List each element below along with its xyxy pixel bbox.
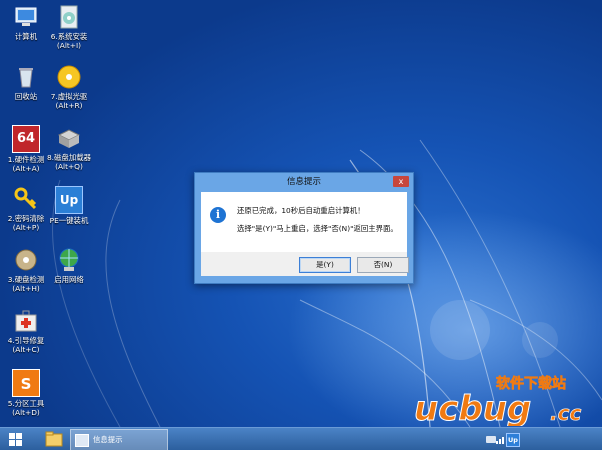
windows-logo-icon [9,433,15,439]
svg-text:S: S [21,375,32,393]
close-button[interactable]: x [393,176,409,187]
info-icon: i [210,207,226,223]
taskbar: 信息提示 Up [0,427,602,451]
desktop-icon-virtual-drive[interactable]: 7.虚拟光驱 (Alt+R) [43,64,95,110]
icon-hotkey: (Alt+I) [56,41,82,50]
virtual-drive-icon [56,64,82,90]
icon-badge: Up [59,193,79,207]
network-icon[interactable] [496,435,506,444]
desktop-icon-disk-loader[interactable]: 8.磁盘加载器 (Alt+Q) [43,125,95,171]
icon-hotkey: (Alt+Q) [55,162,83,171]
close-icon: x [398,177,404,186]
window-icon [75,434,89,447]
icon-label: 启用网络 [54,275,84,284]
icon-hotkey: (Alt+C) [12,345,40,354]
aida64-icon: 64 [12,125,40,153]
icon-label: 6.系统安装 [50,32,88,41]
no-button[interactable]: 否(N) [357,257,409,273]
dialog-body: i 还原已完成，10秒后自动重启计算机！ 选择"是(Y)"马上重启，选择"否(N… [201,192,409,276]
icon-label: 8.磁盘加载器 [46,153,91,162]
desktop-icon-system-install[interactable]: 6.系统安装 (Alt+I) [43,4,95,50]
network-globe-icon [56,247,82,273]
key-icon [13,186,39,212]
icon-label: 4.引导修复 [7,336,45,345]
computer-icon [13,4,39,30]
icon-label: 7.虚拟光驱 [50,92,88,101]
partition-tool-icon: S [12,369,40,397]
desktop-icon-enable-network[interactable]: 启用网络 [43,247,95,284]
taskbar-task-info-dialog[interactable]: 信息提示 [70,429,168,451]
dialog-title: 信息提示 [286,177,321,187]
pe-install-icon: Up [55,186,83,214]
info-dialog: 信息提示 x i 还原已完成，10秒后自动重启计算机！ 选择"是(Y)"马上重启… [194,172,414,284]
start-button[interactable] [9,433,22,446]
tray-up-icon[interactable]: Up [506,433,520,447]
watermark-logo-text: ucbug [414,389,531,426]
ucbug-watermark: 软件下载站 ucbug .cc [414,375,582,426]
desktop-icon-pe-install[interactable]: Up PE一键装机 [43,186,95,225]
recycle-bin-icon [13,64,39,90]
file-explorer-icon[interactable] [44,430,64,448]
dialog-message-line1: 还原已完成，10秒后自动重启计算机！ [237,206,365,215]
taskbar-task-label: 信息提示 [93,435,123,444]
icon-badge: 64 [16,131,36,146]
desktop-icon-boot-repair[interactable]: 4.引导修复 (Alt+C) [0,308,52,354]
icon-label: 5.分区工具 [7,399,45,408]
watermark-domain-text: .cc [550,401,581,425]
icon-hotkey: (Alt+H) [12,284,40,293]
keyboard-icon[interactable] [486,436,496,443]
icon-hotkey: (Alt+D) [12,408,40,417]
dialog-button-bar: 是(Y) 否(N) [201,252,409,276]
dialog-message-line2: 选择"是(Y)"马上重启，选择"否(N)"返回主界面。 [237,224,398,233]
yes-button[interactable]: 是(Y) [299,257,351,273]
first-aid-kit-icon [13,308,39,334]
icon-label: PE一键装机 [49,216,89,225]
icon-hotkey: (Alt+R) [55,101,83,110]
desktop: 计算机 6.系统安装 (Alt+I) 回收站 7.虚拟光驱 (Alt+R) 64… [0,0,602,427]
desktop-icon-partition-tool[interactable]: S 5.分区工具 (Alt+D) [0,369,52,417]
disk-loader-icon [56,125,82,151]
install-disc-icon [56,4,82,30]
hard-disk-icon [13,247,39,273]
